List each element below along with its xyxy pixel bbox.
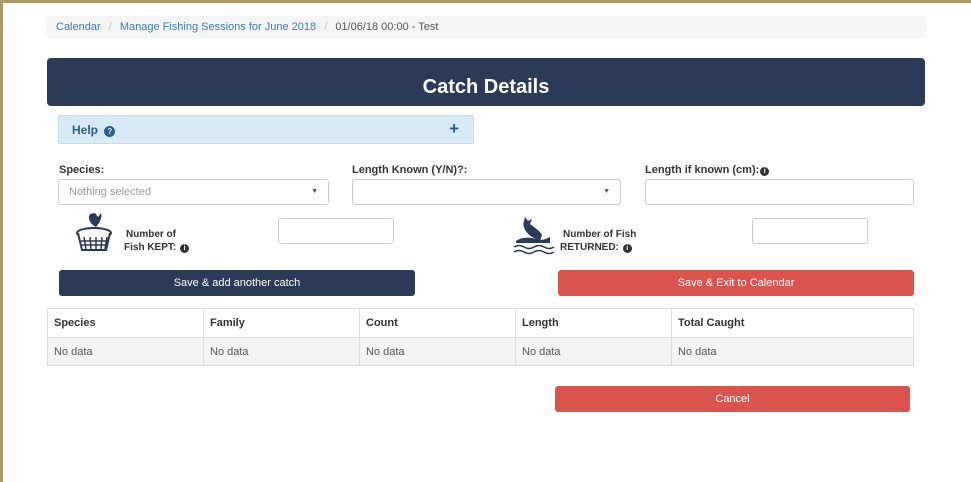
breadcrumb-separator: / bbox=[108, 21, 112, 33]
breadcrumb-sessions-link[interactable]: Manage Fishing Sessions for June 2018 bbox=[120, 21, 316, 33]
breadcrumb-current: 01/06/18 00:00 - Test bbox=[335, 21, 439, 33]
save-add-another-catch-button[interactable]: Save & add another catch bbox=[59, 270, 415, 296]
column-header-total-caught[interactable]: Total Caught bbox=[671, 308, 914, 338]
column-header-family[interactable]: Family bbox=[203, 308, 360, 338]
fish-kept-label-line2-wrap: Fish KEPT: i bbox=[124, 241, 190, 254]
fish-kept-input[interactable] bbox=[278, 218, 394, 244]
table-cell: No data bbox=[203, 337, 360, 366]
breadcrumb-calendar-link[interactable]: Calendar bbox=[56, 21, 101, 33]
length-if-known-label-wrap: Length if known (cm): i bbox=[645, 164, 770, 176]
fish-returned-label-line1: Number of Fish bbox=[563, 229, 637, 240]
fish-returned-label-line2-wrap: RETURNED: i bbox=[560, 241, 636, 254]
fish-kept-label: Number of Fish KEPT: i bbox=[124, 228, 190, 254]
info-circle-icon: i bbox=[180, 244, 190, 253]
species-label: Species: bbox=[59, 164, 105, 176]
info-circle-icon: i bbox=[760, 167, 770, 176]
species-select[interactable]: Nothing selected ▼ bbox=[58, 179, 329, 205]
cancel-button[interactable]: Cancel bbox=[555, 386, 910, 412]
frame-border-left bbox=[0, 0, 3, 482]
length-if-known-input[interactable] bbox=[645, 179, 914, 205]
plus-icon[interactable]: + bbox=[449, 119, 459, 139]
fish-returned-to-water-icon bbox=[513, 217, 555, 255]
page-title: Catch Details bbox=[422, 76, 550, 98]
help-panel[interactable]: Help ? + bbox=[58, 115, 474, 144]
table-cell: No data bbox=[671, 337, 914, 366]
question-circle-icon: ? bbox=[104, 126, 116, 137]
fish-kept-label-line1: Number of bbox=[126, 229, 176, 240]
page-title-bar: Catch Details bbox=[47, 58, 925, 106]
fish-returned-label: Number of Fish RETURNED: i bbox=[560, 228, 636, 254]
table-row: No data No data No data No data No data bbox=[47, 337, 914, 366]
help-label-wrap: Help ? bbox=[72, 123, 116, 137]
table-cell: No data bbox=[515, 337, 672, 366]
column-header-length[interactable]: Length bbox=[515, 308, 672, 338]
chevron-down-icon: ▼ bbox=[311, 188, 318, 195]
fish-returned-input[interactable] bbox=[752, 218, 868, 244]
fish-kept-label-line2: Fish KEPT: bbox=[124, 242, 177, 253]
species-select-value: Nothing selected bbox=[69, 186, 151, 198]
catch-table: Species Family Count Length Total Caught… bbox=[47, 308, 914, 366]
column-header-count[interactable]: Count bbox=[359, 308, 516, 338]
fish-in-basket-icon bbox=[76, 213, 112, 251]
info-circle-icon: i bbox=[622, 244, 632, 253]
column-header-species[interactable]: Species bbox=[47, 308, 204, 338]
table-cell: No data bbox=[359, 337, 516, 366]
help-label: Help bbox=[72, 123, 99, 137]
chevron-down-icon: ▼ bbox=[603, 188, 610, 195]
length-known-select[interactable]: ▼ bbox=[352, 179, 621, 205]
breadcrumb: Calendar / Manage Fishing Sessions for J… bbox=[46, 16, 926, 38]
fish-returned-label-line2: RETURNED: bbox=[560, 242, 619, 253]
breadcrumb-separator: / bbox=[324, 21, 328, 33]
frame-border-top bbox=[0, 0, 971, 3]
table-cell: No data bbox=[47, 337, 204, 366]
length-known-label: Length Known (Y/N)?: bbox=[352, 164, 468, 176]
length-if-known-label: Length if known (cm): bbox=[645, 164, 760, 176]
table-header-row: Species Family Count Length Total Caught bbox=[47, 308, 914, 338]
save-exit-to-calendar-button[interactable]: Save & Exit to Calendar bbox=[558, 270, 914, 296]
